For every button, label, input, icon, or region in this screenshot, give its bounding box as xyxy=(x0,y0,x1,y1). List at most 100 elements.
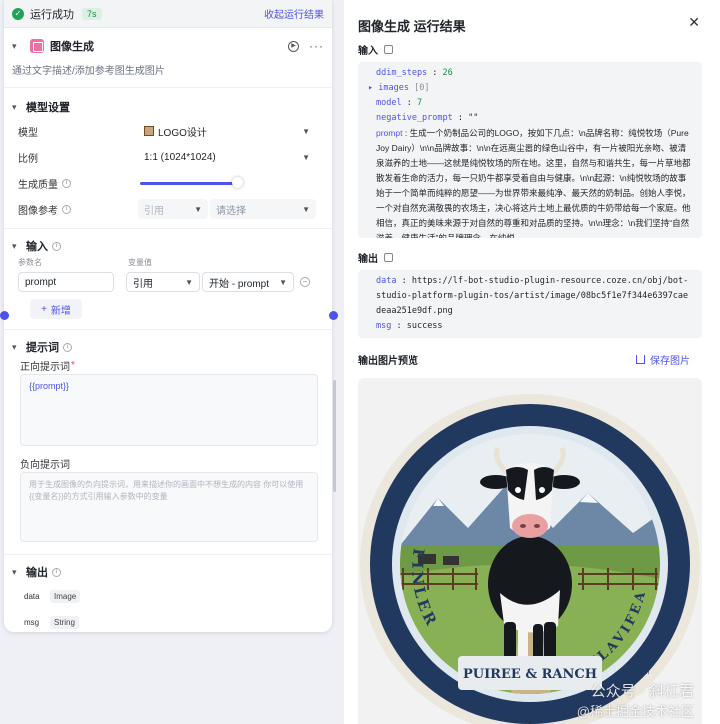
generated-logo-image: FINLER FLAVIFEA PUIREE & RANCH Ehm xyxy=(358,378,702,724)
positive-prompt-editor[interactable]: {{prompt}} xyxy=(20,374,318,446)
add-label: 新增 xyxy=(50,305,71,317)
model-thumbnail-icon xyxy=(144,126,154,136)
ref-mode-select[interactable]: 引用 ▼ xyxy=(138,199,208,219)
chevron-down-icon[interactable]: ▾ xyxy=(12,241,26,252)
copy-icon[interactable] xyxy=(384,253,393,262)
json-key: data xyxy=(376,276,397,286)
result-title: 图像生成 运行结果 xyxy=(358,19,466,34)
json-key: ddim_steps xyxy=(376,68,428,78)
image-ref-label-text: 图像参考 xyxy=(18,205,58,217)
preview-label: 输出图片预览 xyxy=(358,356,418,367)
output-row: data Image xyxy=(4,583,332,609)
json-line: data : https://lf-bot-studio-plugin-reso… xyxy=(376,276,689,316)
chevron-down-icon: ▼ xyxy=(302,126,310,136)
json-value: 26 xyxy=(442,68,453,78)
inputs-column-header: 参数名 变量值 xyxy=(4,257,332,269)
watermark-line-2: @稀土掘金技术社区 xyxy=(576,704,694,719)
info-icon[interactable]: i xyxy=(52,241,61,251)
json-value: "" xyxy=(468,113,479,123)
negative-prompt-label: 负向提示词 xyxy=(20,459,70,471)
watermark: 公众号 · 斜杠君 @稀土掘金技术社区 xyxy=(577,682,694,722)
divider xyxy=(4,554,332,555)
chevron-down-icon[interactable]: ▾ xyxy=(12,567,26,578)
json-key: prompt xyxy=(376,128,403,138)
variable-select[interactable]: 开始 - prompt ▼ xyxy=(202,272,294,292)
positive-prompt-label-text: 正向提示词 xyxy=(20,361,70,373)
section-title: 输入 xyxy=(26,241,48,253)
inputs-header[interactable]: ▾ 输入 i xyxy=(4,235,332,257)
chevron-down-icon[interactable]: ▾ xyxy=(12,342,26,353)
section-title: 输出 xyxy=(26,567,48,579)
slider-track xyxy=(140,182,237,185)
quality-label: 生成质量 i xyxy=(18,176,138,191)
output-image-preview[interactable]: FINLER FLAVIFEA PUIREE & RANCH Ehm 公众号 ·… xyxy=(358,378,702,724)
json-value: 7 xyxy=(416,98,423,108)
chevron-down-icon: ▼ xyxy=(279,277,287,287)
save-image-button[interactable]: 保存图片 xyxy=(636,352,690,367)
save-image-label: 保存图片 xyxy=(650,356,690,367)
input-label-text: 输入 xyxy=(358,46,378,57)
copy-icon[interactable] xyxy=(384,45,393,54)
model-select[interactable]: LOGO设计 ▼ xyxy=(138,121,316,141)
quality-row: 生成质量 i xyxy=(4,170,332,196)
chevron-down-icon[interactable]: ▾ xyxy=(12,102,26,113)
collapse-results-link[interactable]: 收起运行结果 xyxy=(264,6,324,21)
quality-label-text: 生成质量 xyxy=(18,179,58,191)
section-title: 提示词 xyxy=(26,342,59,354)
section-title: 模型设置 xyxy=(26,102,70,114)
input-section-label: 输入 xyxy=(358,42,393,57)
json-line[interactable]: ▸ images [0] xyxy=(368,81,692,96)
info-icon[interactable]: i xyxy=(62,204,71,214)
output-section-label: 输出 xyxy=(358,250,393,265)
ref-type-select[interactable]: 引用 ▼ xyxy=(126,272,200,292)
input-json-viewer[interactable]: ddim_steps : 26 ▸ images [0] model : 7 n… xyxy=(358,62,702,238)
node-title[interactable]: 图像生成 xyxy=(50,38,94,54)
param-name-input[interactable]: prompt xyxy=(18,272,114,292)
output-name: msg xyxy=(24,617,40,627)
remove-icon[interactable]: − xyxy=(300,277,310,287)
output-type-badge: String xyxy=(50,615,79,629)
input-row: prompt 引用 ▼ 开始 - prompt ▼ − xyxy=(4,269,332,295)
success-check-icon: ✓ xyxy=(12,7,24,20)
run-status-bar: ✓ 运行成功 7s 收起运行结果 xyxy=(4,0,332,28)
output-json-viewer[interactable]: data : https://lf-bot-studio-plugin-reso… xyxy=(358,270,702,338)
ratio-select[interactable]: 1:1 (1024*1024) ▼ xyxy=(138,147,316,167)
slider-thumb[interactable] xyxy=(232,177,244,188)
input-port[interactable] xyxy=(0,311,9,320)
col-param-name: 参数名 xyxy=(18,258,42,267)
required-mark: * xyxy=(71,359,75,371)
run-status-text: 运行成功 xyxy=(30,8,74,21)
output-row: msg String xyxy=(4,609,332,632)
negative-prompt-editor[interactable]: 用于生成图像的负向提示词，用来描述你的画面中不想生成的内容 你可以使用{{变量名… xyxy=(20,472,318,542)
add-input-button[interactable]: + 新增 xyxy=(30,299,82,319)
info-icon[interactable]: i xyxy=(52,567,61,577)
json-line: negative_prompt : "" xyxy=(376,113,479,123)
output-type-badge: Image xyxy=(50,589,81,603)
caret-right-icon[interactable]: ▸ xyxy=(368,83,373,93)
prompts-header[interactable]: ▾ 提示词 i xyxy=(4,336,332,358)
more-options-icon[interactable]: ··· xyxy=(309,39,324,53)
outputs-header[interactable]: ▾ 输出 i xyxy=(4,561,332,583)
ref-mode-value: 引用 xyxy=(144,205,164,217)
json-line: ddim_steps : 26 xyxy=(376,68,453,78)
watermark-line-1: 公众号 · 斜杠君 xyxy=(590,683,694,700)
json-value: 生成一个奶制品公司的LOGO，按如下几点：\n品牌名称：纯悦牧场（PureJoy… xyxy=(376,128,691,238)
quality-slider[interactable] xyxy=(138,173,316,193)
ratio-label: 比例 xyxy=(18,153,38,165)
download-icon xyxy=(636,355,645,364)
ref-variable-select[interactable]: 请选择 ▼ xyxy=(210,199,316,219)
close-icon[interactable]: ✕ xyxy=(688,14,700,31)
run-result-panel: 图像生成 运行结果 ✕ 输入 ddim_steps : 26 ▸ images … xyxy=(344,0,720,724)
ref-placeholder: 请选择 xyxy=(216,205,246,217)
chevron-down-icon[interactable]: ▾ xyxy=(12,41,26,52)
output-port[interactable] xyxy=(329,311,338,320)
model-settings-header[interactable]: ▾ 模型设置 xyxy=(4,96,332,118)
ratio-value: 1:1 (1024*1024) xyxy=(144,151,216,163)
json-key: model xyxy=(376,98,402,108)
info-icon[interactable]: i xyxy=(63,342,72,352)
node-description: 通过文字描述/添加参考图生成图片 xyxy=(4,62,332,88)
image-gen-icon xyxy=(30,39,44,53)
panel-scrollbar[interactable] xyxy=(333,380,336,492)
run-node-icon[interactable]: ▶ xyxy=(288,40,299,52)
info-icon[interactable]: i xyxy=(62,178,71,188)
